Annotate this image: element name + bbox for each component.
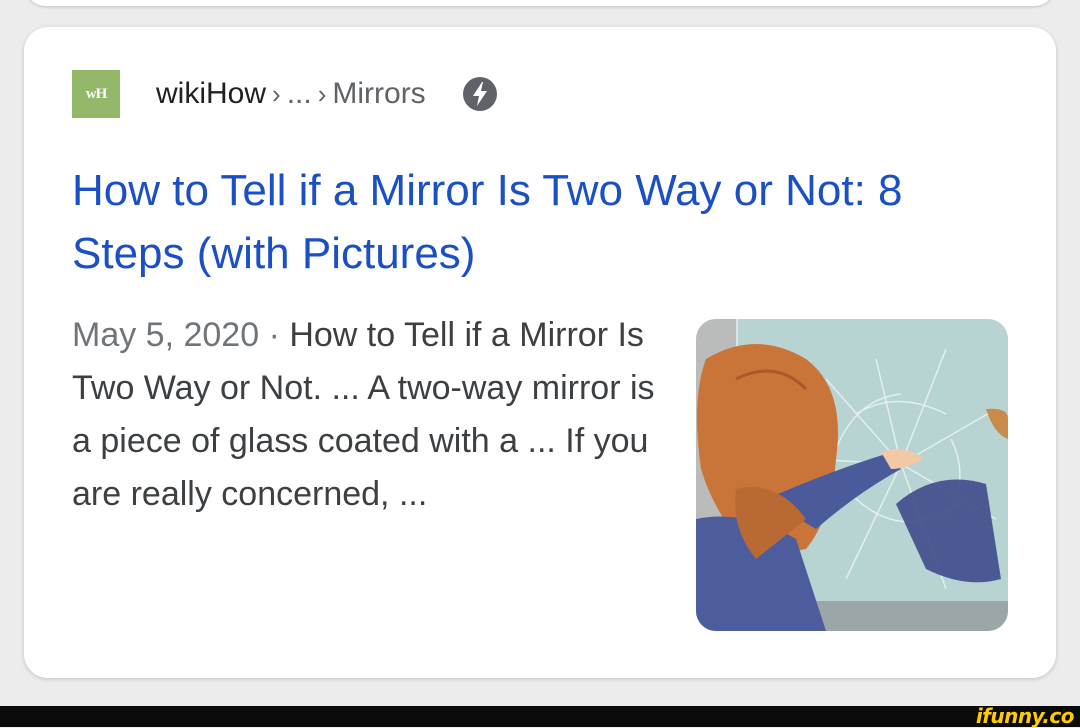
watermark-bar: ifunny.co	[0, 706, 1080, 727]
breadcrumb-ellipsis: ...	[286, 77, 312, 110]
breadcrumb-separator: ›	[317, 79, 327, 109]
result-snippet: May 5, 2020 · How to Tell if a Mirror Is…	[72, 309, 662, 521]
result-source[interactable]: wH wikiHow ›... › Mirrors	[72, 70, 498, 118]
ifunny-watermark: ifunny.co	[975, 704, 1075, 728]
mirror-illustration	[696, 319, 1008, 631]
date-separator: ·	[259, 316, 290, 354]
breadcrumb[interactable]: wikiHow ›... › Mirrors	[156, 77, 426, 111]
site-name: wikiHow	[156, 77, 267, 110]
previous-result-card	[24, 0, 1056, 6]
breadcrumb-separator: ›	[272, 79, 281, 109]
result-thumbnail[interactable]	[696, 319, 1008, 631]
search-result-card[interactable]: wH wikiHow ›... › Mirrors How to Tell if a …	[24, 27, 1056, 678]
result-title-link[interactable]: How to Tell if a Mirror Is Two Way or No…	[72, 159, 1022, 285]
result-date: May 5, 2020	[72, 316, 260, 354]
favicon-text: wH	[85, 85, 107, 102]
wikihow-favicon: wH	[72, 70, 120, 118]
breadcrumb-last: Mirrors	[332, 77, 426, 110]
bolt-icon[interactable]	[462, 76, 498, 112]
